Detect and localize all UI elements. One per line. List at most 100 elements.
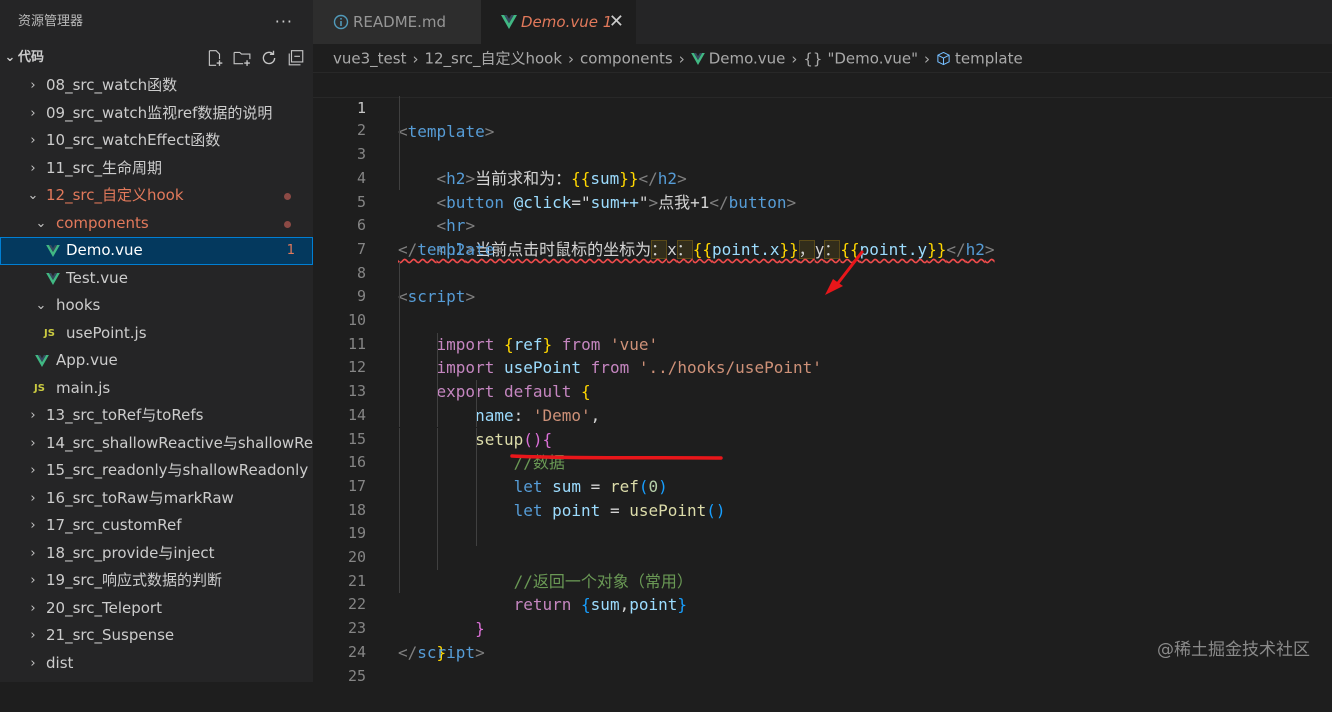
tree-item-09-watch-ref[interactable]: › 09_src_watch监视ref数据的说明 [0, 100, 313, 128]
tree-item-label: hooks [56, 296, 101, 314]
tree-item-dist[interactable]: › dist [0, 650, 313, 678]
tree-item-hooks[interactable]: ⌄ hooks [0, 292, 313, 320]
code-line: 16 let point = usePoint() [313, 427, 1332, 520]
tree-item-label: 16_src_toRaw与markRaw [46, 488, 234, 507]
tree-item-18-provide[interactable]: › 18_src_provide与inject [0, 540, 313, 568]
chevron-right-icon[interactable]: › [26, 622, 40, 650]
code-line: 6 </template> [313, 191, 1332, 259]
tree-item-demo-vue[interactable]: Demo.vue 1 [0, 237, 313, 265]
tree-item-14-shallow[interactable]: › 14_src_shallowReactive与shallowRef [0, 430, 313, 458]
tree-item-main-js[interactable]: JS main.js [0, 375, 313, 403]
code-line: 2 <h2>当前求和为：{{sum}}</h2> [313, 95, 1332, 188]
line-number: 25 [347, 666, 366, 685]
tree-item-17-customref[interactable]: › 17_src_customRef [0, 512, 313, 540]
tree-item-21-suspense[interactable]: › 21_src_Suspense [0, 622, 313, 650]
tree-item-label: 18_src_provide与inject [46, 543, 215, 562]
tree-item-08-watch[interactable]: › 08_src_watch函数 [0, 72, 313, 100]
tree-item-11-lifecycle[interactable]: › 11_src_生命周期 [0, 155, 313, 183]
tree-item-16-toraw[interactable]: › 16_src_toRaw与markRaw [0, 485, 313, 513]
tree-item-label: 21_src_Suspense [46, 626, 175, 644]
tree-item-label: App.vue [56, 351, 118, 369]
breadcrumb-item[interactable]: "Demo.vue" [827, 50, 917, 68]
code-line: 20 return {sum,point} [313, 522, 1332, 614]
code-line: 23 </script> [313, 593, 1332, 662]
tree-item-label: Demo.vue [66, 241, 143, 259]
chevron-down-icon[interactable]: ⌄ [26, 182, 40, 210]
tree-item-app-vue[interactable]: App.vue [0, 347, 313, 375]
vue-icon [46, 272, 60, 285]
braces-icon: {} [803, 49, 823, 68]
chevron-right-icon: › [678, 49, 685, 68]
tree-item-label: 09_src_watch监视ref数据的说明 [46, 103, 273, 122]
chevron-right-icon: › [791, 49, 798, 68]
tree-item-13-toref[interactable]: › 13_src_toRef与toRefs [0, 402, 313, 430]
close-icon[interactable]: ✕ [609, 0, 624, 44]
tree-item-19-reactive-check[interactable]: › 19_src_响应式数据的判断 [0, 567, 313, 595]
tree-item-15-readonly[interactable]: › 15_src_readonly与shallowReadonly [0, 457, 313, 485]
code-line: 4 <hr> [313, 143, 1332, 235]
code-line: 11 export default { [313, 309, 1332, 401]
tree-item-label: 12_src_自定义hook [46, 186, 184, 204]
new-file-icon[interactable] [206, 49, 224, 67]
chevron-right-icon[interactable]: › [26, 595, 40, 623]
editor-area: README.md Demo.vue 1 ✕ vue3_test › 12_src_… [313, 0, 1332, 685]
tab-label: README.md [353, 13, 447, 31]
file-tree: › 08_src_watch函数 › 09_src_watch监视ref数据的说… [0, 72, 313, 677]
tree-item-components[interactable]: ⌄ components [0, 210, 313, 238]
tree-item-10-watcheffect[interactable]: › 10_src_watchEffect函数 [0, 127, 313, 155]
chevron-right-icon[interactable]: › [26, 72, 40, 100]
code-line: 3 <button @click="sum++">点我+1</button> [313, 119, 1332, 212]
breadcrumb-item[interactable]: template [955, 50, 1023, 68]
chevron-right-icon[interactable]: › [26, 650, 40, 678]
code-editor[interactable]: 1 <template> 2 <h2>当前求和为：{{sum}}</h2> 3 … [313, 72, 1332, 685]
root-folder-header[interactable]: ⌄ 代码 [0, 44, 313, 72]
refresh-icon[interactable] [260, 49, 278, 67]
tree-item-label: main.js [56, 378, 111, 397]
tab-demo-vue[interactable]: Demo.vue 1 ✕ [481, 0, 636, 44]
tree-item-label: dist [46, 653, 74, 672]
chevron-down-icon[interactable]: ⌄ [4, 44, 16, 72]
more-actions-icon[interactable]: ··· [275, 0, 293, 44]
chevron-right-icon[interactable]: › [26, 127, 40, 155]
chevron-right-icon[interactable]: › [26, 485, 40, 513]
new-folder-icon[interactable] [233, 49, 251, 67]
tree-item-label: components [56, 213, 149, 232]
chevron-right-icon[interactable]: › [26, 430, 40, 458]
chevron-down-icon[interactable]: ⌄ [34, 210, 48, 238]
breadcrumb-item[interactable]: components [580, 50, 673, 68]
code-line: 17 [313, 451, 1332, 495]
chevron-right-icon[interactable]: › [26, 100, 40, 128]
chevron-right-icon[interactable]: › [26, 457, 40, 485]
code-line: 14 //数据 [313, 380, 1332, 472]
breadcrumb: vue3_test › 12_src_自定义hook › components › Demo… [313, 44, 1332, 72]
chevron-right-icon[interactable]: › [26, 402, 40, 430]
code-line: 8 <script> [313, 238, 1332, 307]
breadcrumb-item[interactable]: Demo.vue [709, 50, 786, 68]
code-line: 19 //返回一个对象（常用） [313, 498, 1332, 591]
tree-item-test-vue[interactable]: Test.vue [0, 265, 313, 293]
chevron-down-icon[interactable]: ⌄ [34, 292, 48, 320]
tab-readme[interactable]: README.md [313, 0, 481, 44]
chevron-right-icon: › [923, 49, 930, 68]
problem-count-badge: 1 [286, 243, 295, 258]
breadcrumb-item[interactable]: vue3_test [333, 50, 406, 68]
collapse-all-icon[interactable] [287, 49, 305, 67]
tree-item-label: 14_src_shallowReactive与shallowRef [46, 433, 313, 452]
chevron-right-icon: › [412, 49, 419, 68]
chevron-right-icon[interactable]: › [26, 540, 40, 568]
watermark: @稀土掘金技术社区 [1157, 640, 1310, 660]
chevron-right-icon[interactable]: › [26, 155, 40, 183]
chevron-right-icon[interactable]: › [26, 512, 40, 540]
tree-item-12-custom-hook[interactable]: ⌄ 12_src_自定义hook [0, 182, 313, 210]
breadcrumb-item[interactable]: 12_src_自定义hook [424, 50, 562, 68]
tree-item-label: 10_src_watchEffect函数 [46, 131, 221, 149]
code-line: 15 let sum = ref(0) [313, 403, 1332, 496]
code-line: 7 [313, 214, 1332, 258]
modified-dot [284, 193, 291, 200]
chevron-right-icon[interactable]: › [26, 567, 40, 595]
tree-item-label: 15_src_readonly与shallowReadonly [46, 461, 309, 479]
tree-item-label: usePoint.js [66, 323, 147, 342]
tree-item-usepoint-js[interactable]: JS usePoint.js [0, 320, 313, 348]
tree-item-20-teleport[interactable]: › 20_src_Teleport [0, 595, 313, 623]
info-icon [333, 14, 349, 30]
